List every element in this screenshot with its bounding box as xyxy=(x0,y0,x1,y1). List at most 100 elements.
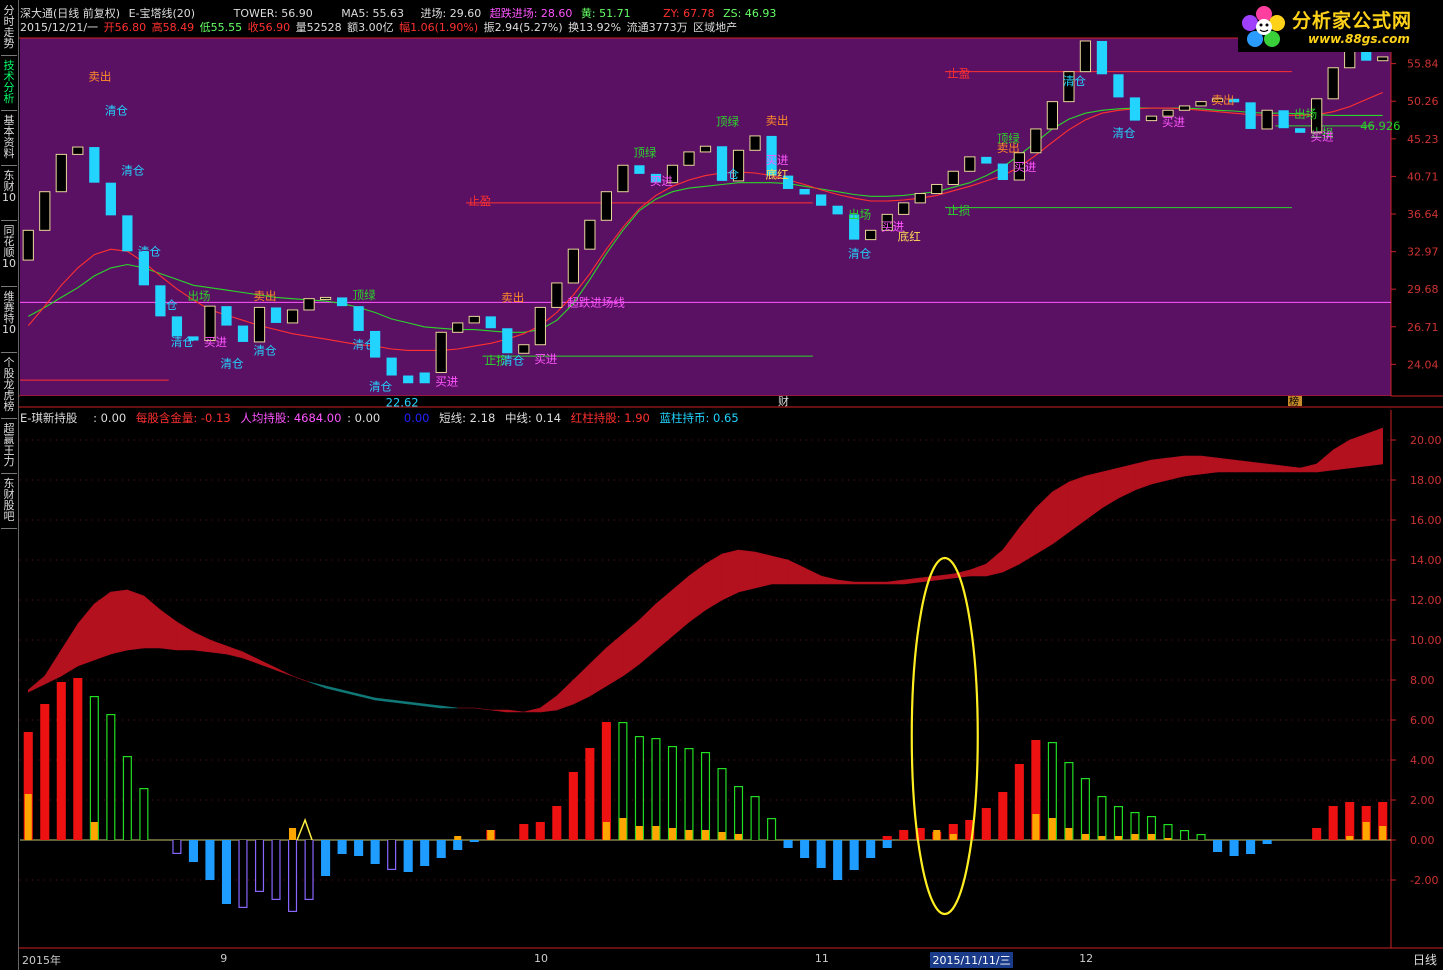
tower-candle-up xyxy=(22,229,34,261)
region-value: 区域地产 xyxy=(693,21,738,34)
amplitude-value: 振2.94(5.27%) xyxy=(483,21,563,34)
holding-band xyxy=(44,648,62,685)
holding-band xyxy=(820,575,838,585)
blue-cash-bar xyxy=(800,840,810,858)
blue-cash-bar xyxy=(1262,840,1272,844)
side-tab-0[interactable]: 分时走势 xyxy=(1,4,17,56)
red-hold-bar xyxy=(535,822,545,840)
green-bar-hollow xyxy=(90,697,98,840)
holding-band xyxy=(27,675,46,693)
holding-band xyxy=(985,549,1004,577)
signal-label: 止盈 xyxy=(468,194,491,208)
holding-band xyxy=(1085,471,1103,521)
holding-band xyxy=(870,581,888,585)
tower-candle-down xyxy=(270,307,282,323)
blue-cash-bar xyxy=(849,840,859,870)
signal-label: 止损 xyxy=(947,203,970,217)
holding-band xyxy=(1002,527,1020,573)
main-y-tick-label: 29.68 xyxy=(1407,283,1439,296)
holding-band xyxy=(506,709,524,713)
tower-candle-down xyxy=(1245,102,1256,129)
tower-candle-up xyxy=(617,164,629,193)
holding-band xyxy=(292,675,310,683)
gold-bar xyxy=(933,830,941,840)
gold-bar xyxy=(602,822,610,840)
blue-cash-bar xyxy=(354,840,364,856)
main-y-tick-label: 24.04 xyxy=(1407,358,1439,371)
signal-label: 46.926 xyxy=(1360,119,1400,133)
ind-y-tick-label: 8.00 xyxy=(1410,674,1435,687)
tower-candle-down xyxy=(386,357,397,376)
side-tab-5[interactable]: 维赛特10 xyxy=(1,290,17,353)
holding-band xyxy=(1018,507,1037,565)
signal-label: 出场 xyxy=(1294,107,1317,121)
holding-band xyxy=(226,645,244,659)
holding-band xyxy=(209,639,227,655)
gold-bar xyxy=(1346,836,1354,840)
blue-cash-bar xyxy=(188,840,198,862)
chart-canvas: 24.04 26.71 29.68 32.97 36.64 40.71 45.23 50.26… xyxy=(18,37,1443,949)
green-bar-hollow xyxy=(124,757,131,840)
side-tab-6[interactable]: 个股龙虎榜 xyxy=(1,356,17,419)
tower-candle-down xyxy=(171,316,183,337)
avg-holding: 人均持股: 4684.00 xyxy=(240,411,342,425)
holding-band xyxy=(127,589,145,651)
holding-band xyxy=(325,685,343,693)
holding-band xyxy=(60,622,79,677)
red-hold-bar xyxy=(56,682,66,840)
period-daily-button[interactable]: 日线 xyxy=(1413,951,1437,968)
holding-band xyxy=(1184,455,1202,477)
ind-y-tick-label: 2.00 xyxy=(1410,794,1435,807)
signal-label: 卖出 xyxy=(766,114,789,128)
blue-cash-bar-hollow xyxy=(388,840,395,869)
logo-url[interactable]: www.88gs.com xyxy=(1308,32,1410,46)
holding-band xyxy=(539,695,558,713)
green-bar-hollow xyxy=(735,787,742,840)
gold-bar xyxy=(1081,834,1089,840)
side-tab-8[interactable]: 东财股吧 xyxy=(1,477,17,529)
tower-candle-down xyxy=(221,306,232,326)
x-axis-label: 10 xyxy=(534,952,549,965)
holding-band xyxy=(1101,467,1119,509)
holding-band xyxy=(606,633,624,687)
signal-label: 清仓 xyxy=(1112,126,1135,140)
x-axis-label: 12 xyxy=(1079,952,1094,965)
green-bar-hollow xyxy=(636,737,643,840)
gold-bar xyxy=(1147,834,1156,840)
signal-label: 卖出 xyxy=(501,290,524,304)
tower-candle-down xyxy=(89,147,100,183)
tower-candle-up xyxy=(303,298,315,311)
tower-candle-up xyxy=(1327,67,1339,100)
holding-band xyxy=(1299,463,1317,473)
red-hold-bar xyxy=(552,806,562,840)
main-y-tick-label: 36.64 xyxy=(1407,208,1439,221)
signal-label: 清仓 xyxy=(369,379,392,393)
signal-label: 买进 xyxy=(650,174,673,188)
signal-label: 底红 xyxy=(898,229,921,243)
side-tab-7[interactable]: 超赢王力 xyxy=(1,422,17,474)
holding-band xyxy=(639,603,657,665)
side-tab-4[interactable]: 同花顺10 xyxy=(1,224,17,287)
signal-label: 买进 xyxy=(534,352,557,366)
blue-cash-bar xyxy=(816,840,826,868)
blue-cash-bar-hollow xyxy=(305,840,313,899)
tower-candle-up xyxy=(947,170,959,185)
tower-candle-up xyxy=(914,193,926,204)
holding-band xyxy=(358,693,376,701)
holding-band xyxy=(721,549,739,601)
main-y-tick-label: 40.71 xyxy=(1407,170,1439,183)
holding-band xyxy=(952,569,971,579)
gold-bar xyxy=(734,834,743,840)
blue-cash-bar xyxy=(403,840,413,872)
side-tab-2[interactable]: 基本资料 xyxy=(1,114,17,166)
tower-candle-down xyxy=(336,297,348,307)
indicator-sub-name[interactable]: E-琪新持股 xyxy=(20,411,77,425)
side-tab-3[interactable]: 东财10 xyxy=(1,169,17,221)
gold-bar xyxy=(24,794,32,840)
side-tab-1[interactable]: 技术分析 xyxy=(1,59,17,111)
holding-band xyxy=(1349,433,1367,469)
blue-cash-bar-hollow xyxy=(289,840,296,911)
holding-band xyxy=(110,589,128,655)
main-info-strip xyxy=(20,396,1391,406)
tower-candle-down xyxy=(1278,110,1289,129)
